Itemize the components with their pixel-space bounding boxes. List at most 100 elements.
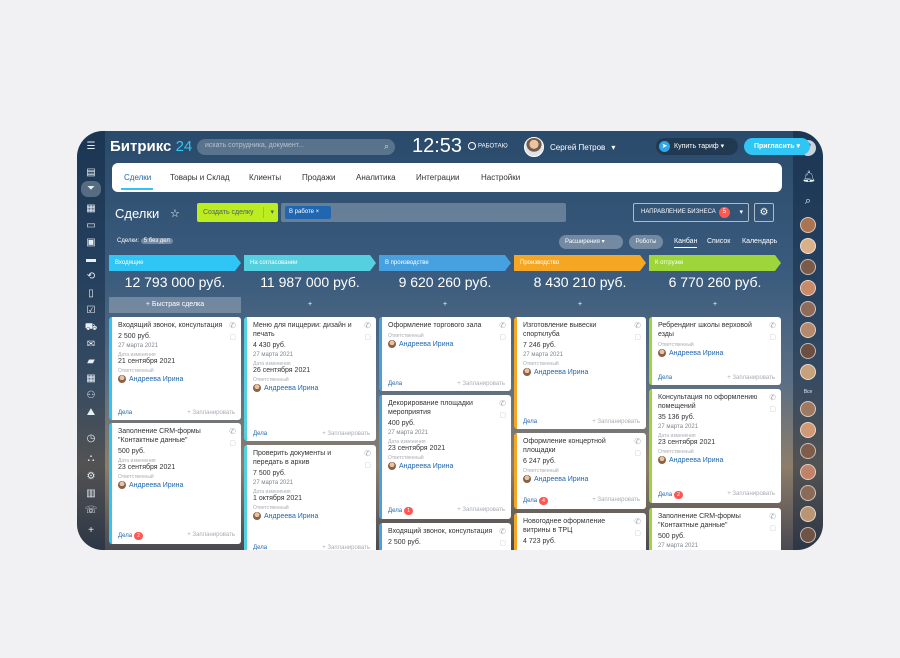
buy-tariff-button[interactable]: ➤ Купить тариф ▾ <box>656 138 738 155</box>
create-deal-button[interactable]: Создать сделку ▾ <box>197 203 278 222</box>
chat-icon[interactable]: ▢ <box>634 529 641 537</box>
responsible[interactable]: Андреева Ирина <box>253 384 370 392</box>
settings-icon[interactable]: ⚙ <box>84 471 98 483</box>
tab-settings[interactable]: Настройки <box>481 173 520 182</box>
responsible[interactable]: Андреева Ирина <box>388 340 505 348</box>
responsible[interactable]: Андреева Ирина <box>118 481 235 489</box>
all-contacts-label[interactable]: Все <box>795 389 821 395</box>
deal-card[interactable]: Заполнение CRM-формы "Контактные данные"… <box>649 508 781 550</box>
search-icon[interactable]: ⌕ <box>802 195 814 207</box>
contact-avatar[interactable] <box>800 527 816 543</box>
stage-header[interactable]: Входящие <box>109 255 241 271</box>
activities-link[interactable]: Дела <box>253 431 267 437</box>
filter-input[interactable]: В работе × <box>281 203 566 222</box>
contact-avatar[interactable] <box>800 422 816 438</box>
responsible-name[interactable]: Андреева Ирина <box>669 350 723 357</box>
tab-analytics[interactable]: Аналитика <box>356 173 396 182</box>
deal-card[interactable]: Меню для пиццерии: дизайн и печать ✆ ▢ 4 43… <box>244 317 376 441</box>
responsible-name[interactable]: Андреева Ирина <box>399 463 453 470</box>
stage-header[interactable]: На согласовании <box>244 255 376 271</box>
direction-button[interactable]: НАПРАВЛЕНИЕ БИЗНЕСА 5 ▾ <box>633 203 749 222</box>
deal-title[interactable]: Оформление торгового зала <box>388 321 505 330</box>
view-calendar[interactable]: Календарь <box>742 238 777 245</box>
phone-icon[interactable]: ✆ <box>634 437 641 446</box>
tab-integrations[interactable]: Интеграции <box>416 173 460 182</box>
responsible-name[interactable]: Андреева Ирина <box>264 513 318 520</box>
plan-link[interactable]: + Запланировать <box>592 419 640 425</box>
tab-goods[interactable]: Товары и Склад <box>170 173 230 182</box>
chat-icon[interactable]: ▢ <box>364 461 371 469</box>
responsible-name[interactable]: Андреева Ирина <box>264 385 318 392</box>
phone-icon[interactable]: ☏ <box>84 505 98 517</box>
responsible-name[interactable]: Андреева Ирина <box>534 476 588 483</box>
deal-card[interactable]: Проверить документы и передать в архив ✆ ▢… <box>244 445 376 550</box>
plan-link[interactable]: + Запланировать <box>727 491 775 499</box>
deal-card[interactable]: Ребрендинг школы верховой езды ✆ ▢ Ответств… <box>649 317 781 385</box>
deal-title[interactable]: Новогоднее оформление витрины в ТРЦ <box>523 517 640 535</box>
activities-link[interactable]: Дела 2 <box>118 532 144 540</box>
group-icon[interactable]: ⚇ <box>84 390 98 402</box>
deal-title[interactable]: Входящий звонок, консультация <box>118 321 235 330</box>
activities-link[interactable]: Дела <box>253 545 267 550</box>
cart-icon[interactable]: ⛟ <box>84 322 98 334</box>
clock-icon[interactable]: ◷ <box>84 433 98 445</box>
tab-clients[interactable]: Клиенты <box>249 173 281 182</box>
chat-icon[interactable]: ▢ <box>499 411 506 419</box>
activities-link[interactable]: Дела <box>388 381 402 387</box>
chat-icon[interactable]: ▢ <box>364 333 371 341</box>
phone-icon[interactable]: ✆ <box>769 393 776 402</box>
quick-deal-button[interactable]: + <box>514 297 646 313</box>
work-status[interactable]: РАБОТАЮ <box>468 142 508 150</box>
doc-icon[interactable]: ▯ <box>84 288 98 300</box>
sync-icon[interactable]: ⟲ <box>84 271 98 283</box>
phone-icon[interactable]: ✆ <box>634 517 641 526</box>
responsible[interactable]: Андреева Ирина <box>253 512 370 520</box>
user-menu[interactable]: Сергей Петров ▾ <box>524 136 615 158</box>
plan-link[interactable]: + Запланировать <box>457 381 505 387</box>
chat-icon[interactable]: ▢ <box>769 405 776 413</box>
deal-title[interactable]: Проверить документы и передать в архив <box>253 449 370 467</box>
robots-button[interactable]: Роботы <box>629 235 663 249</box>
phone-icon[interactable]: ✆ <box>499 527 506 536</box>
menu-icon[interactable]: ☰ <box>84 141 98 153</box>
crm-icon[interactable]: ⏷ <box>81 181 101 197</box>
contact-avatar[interactable] <box>800 238 816 254</box>
activities-link[interactable]: Дела <box>118 410 132 416</box>
phone-icon[interactable]: ✆ <box>769 321 776 330</box>
deal-card[interactable]: Консультация по оформлению помещений ✆ ▢ 35… <box>649 389 781 503</box>
phone-icon[interactable]: ✆ <box>499 399 506 408</box>
responsible[interactable]: Андреева Ирина <box>388 462 505 470</box>
plan-link[interactable]: + Запланировать <box>457 507 505 515</box>
storage-icon[interactable]: ▬ <box>84 254 98 266</box>
responsible[interactable]: Андреева Ирина <box>658 456 775 464</box>
contact-avatar[interactable] <box>800 280 816 296</box>
calendar-icon[interactable]: ▭ <box>84 220 98 232</box>
view-list[interactable]: Список <box>707 238 730 245</box>
phone-icon[interactable]: ✆ <box>634 321 641 330</box>
deal-title[interactable]: Консультация по оформлению помещений <box>658 393 775 411</box>
deal-card[interactable]: Входящий звонок, консультация ✆ ▢ 2 500 руб… <box>379 523 511 550</box>
logo[interactable]: Битрикс 24 <box>110 138 192 155</box>
plan-link[interactable]: + Запланировать <box>187 532 235 540</box>
deal-title[interactable]: Меню для пиццерии: дизайн и печать <box>253 321 370 339</box>
contact-avatar[interactable] <box>800 301 816 317</box>
contact-avatar[interactable] <box>800 485 816 501</box>
deal-title[interactable]: Изготовление вывески спортклуба <box>523 321 640 339</box>
activities-link[interactable]: Дела 4 <box>523 497 549 505</box>
contact-avatar[interactable] <box>800 259 816 275</box>
responsible-name[interactable]: Андреева Ирина <box>129 482 183 489</box>
activities-link[interactable]: Дела 1 <box>388 507 414 515</box>
tasks-icon[interactable]: ☑ <box>84 305 98 317</box>
activities-link[interactable]: Дела <box>658 375 672 381</box>
plan-link[interactable]: + Запланировать <box>322 545 370 550</box>
extensions-button[interactable]: Расширения ▾ <box>559 235 623 249</box>
contact-avatar[interactable] <box>800 322 816 338</box>
chat-icon[interactable]: ▢ <box>634 449 641 457</box>
quick-deal-button[interactable]: + Быстрая сделка <box>109 297 241 313</box>
quick-deal-button[interactable]: + <box>649 297 781 313</box>
quick-deal-button[interactable]: + <box>379 297 511 313</box>
chat-icon[interactable]: ▢ <box>499 333 506 341</box>
chat-icon[interactable]: ▢ <box>769 524 776 532</box>
responsible-name[interactable]: Андреева Ирина <box>399 341 453 348</box>
deal-title[interactable]: Заполнение CRM-формы "Контактные данные" <box>118 427 235 445</box>
